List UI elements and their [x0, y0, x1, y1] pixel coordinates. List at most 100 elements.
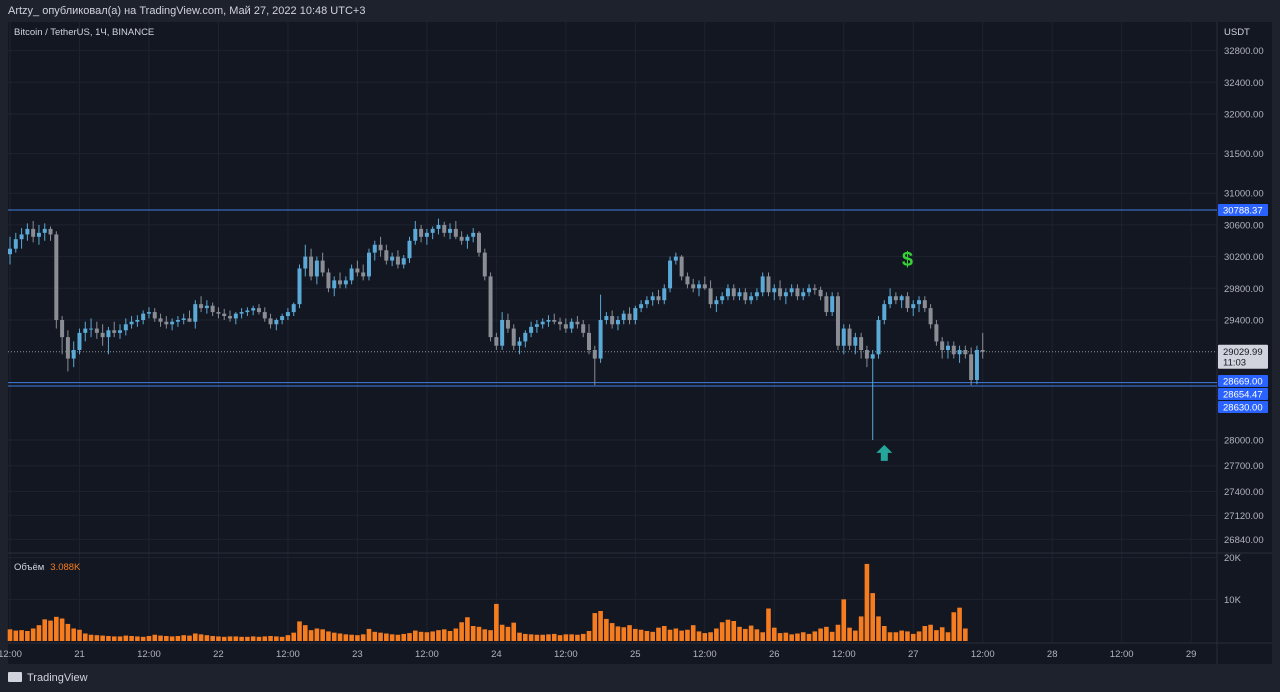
candle[interactable]: [708, 280, 713, 309]
price-axis[interactable]: 32800.00 32400.00 32000.00 31500.00 31000.00…: [1224, 46, 1264, 546]
candle[interactable]: [621, 310, 626, 325]
candle[interactable]: [644, 296, 649, 309]
candle[interactable]: [424, 228, 429, 245]
chart-svg[interactable]: $ 32800.00 32400.00 32000.00 31500.00 31000.…: [0, 0, 1280, 692]
candle[interactable]: [737, 288, 742, 301]
candle[interactable]: [783, 288, 788, 305]
candle[interactable]: [36, 224, 41, 245]
candle[interactable]: [859, 332, 864, 359]
candle[interactable]: [199, 296, 204, 313]
candle[interactable]: [419, 224, 424, 243]
candle[interactable]: [864, 345, 869, 368]
candle[interactable]: [922, 296, 927, 313]
candle[interactable]: [801, 288, 806, 301]
candle[interactable]: [338, 272, 343, 289]
arrow-up-icon[interactable]: [876, 444, 893, 461]
candle[interactable]: [164, 316, 169, 329]
annotations[interactable]: $: [876, 249, 913, 461]
horizontal-lines[interactable]: [8, 209, 1217, 387]
candle[interactable]: [725, 284, 730, 301]
candle[interactable]: [974, 345, 979, 385]
candle[interactable]: [54, 231, 59, 329]
candle[interactable]: [291, 302, 296, 317]
candle[interactable]: [951, 341, 956, 359]
candle[interactable]: [627, 307, 632, 325]
candle[interactable]: [569, 318, 574, 333]
candle[interactable]: [465, 234, 470, 249]
candle[interactable]: [251, 305, 256, 316]
candle[interactable]: [575, 316, 580, 329]
candle[interactable]: [760, 272, 765, 297]
candle[interactable]: [395, 250, 400, 269]
candle[interactable]: [390, 252, 395, 267]
candle[interactable]: [888, 288, 893, 309]
candle[interactable]: [668, 256, 673, 293]
candle[interactable]: [853, 332, 858, 355]
dollar-sign-marker[interactable]: $: [902, 249, 913, 271]
candle[interactable]: [442, 221, 447, 237]
candle[interactable]: [772, 284, 777, 301]
candle[interactable]: [957, 345, 962, 363]
candle[interactable]: [731, 284, 736, 301]
candle[interactable]: [407, 236, 412, 263]
candle[interactable]: [592, 345, 597, 386]
candle[interactable]: [488, 272, 493, 342]
candle[interactable]: [13, 232, 18, 253]
time-axis[interactable]: 12:00 21 12:00 22 12:00 23 12:00 24 12:00 25 12:00…: [0, 649, 1196, 660]
candle[interactable]: [204, 300, 209, 314]
candle[interactable]: [656, 289, 661, 305]
candle[interactable]: [893, 292, 898, 305]
candle[interactable]: [523, 330, 528, 348]
candle[interactable]: [482, 248, 487, 281]
candle[interactable]: [384, 244, 389, 265]
candle[interactable]: [928, 304, 933, 329]
candle[interactable]: [77, 328, 82, 355]
candle[interactable]: [835, 292, 840, 350]
candle[interactable]: [940, 337, 945, 359]
candle[interactable]: [754, 288, 759, 301]
candle[interactable]: [795, 284, 800, 301]
candle[interactable]: [430, 226, 435, 240]
candle[interactable]: [500, 312, 505, 350]
candle[interactable]: [181, 313, 186, 325]
candle[interactable]: [789, 284, 794, 297]
candle[interactable]: [494, 332, 499, 350]
candle[interactable]: [969, 347, 974, 386]
candle[interactable]: [882, 300, 887, 325]
candle[interactable]: [911, 300, 916, 317]
candle[interactable]: [841, 324, 846, 355]
candle[interactable]: [361, 264, 366, 281]
candle[interactable]: [158, 313, 163, 327]
candle[interactable]: [436, 218, 441, 235]
candle[interactable]: [453, 220, 458, 240]
candle[interactable]: [71, 341, 76, 368]
candle[interactable]: [870, 349, 875, 440]
candle[interactable]: [106, 326, 111, 355]
candle[interactable]: [905, 292, 910, 313]
candle[interactable]: [917, 296, 922, 313]
candle[interactable]: [563, 318, 568, 333]
candle[interactable]: [146, 307, 151, 319]
candle[interactable]: [529, 321, 534, 338]
candle[interactable]: [685, 272, 690, 289]
candle[interactable]: [639, 300, 644, 313]
candle[interactable]: [448, 223, 453, 240]
candle[interactable]: [471, 228, 476, 243]
candle[interactable]: [123, 318, 128, 336]
candle[interactable]: [778, 280, 783, 301]
candle[interactable]: [673, 252, 678, 265]
candle[interactable]: [285, 308, 290, 320]
candle[interactable]: [25, 223, 30, 241]
candle[interactable]: [824, 292, 829, 317]
candle[interactable]: [610, 310, 615, 329]
candle[interactable]: [847, 324, 852, 350]
candle[interactable]: [830, 292, 835, 317]
candle[interactable]: [743, 288, 748, 305]
candle[interactable]: [233, 312, 238, 325]
candle[interactable]: [112, 321, 117, 338]
candle[interactable]: [702, 276, 707, 290]
candle[interactable]: [552, 313, 557, 325]
candle[interactable]: [511, 324, 516, 350]
candle[interactable]: [633, 305, 638, 325]
candle[interactable]: [355, 260, 360, 277]
